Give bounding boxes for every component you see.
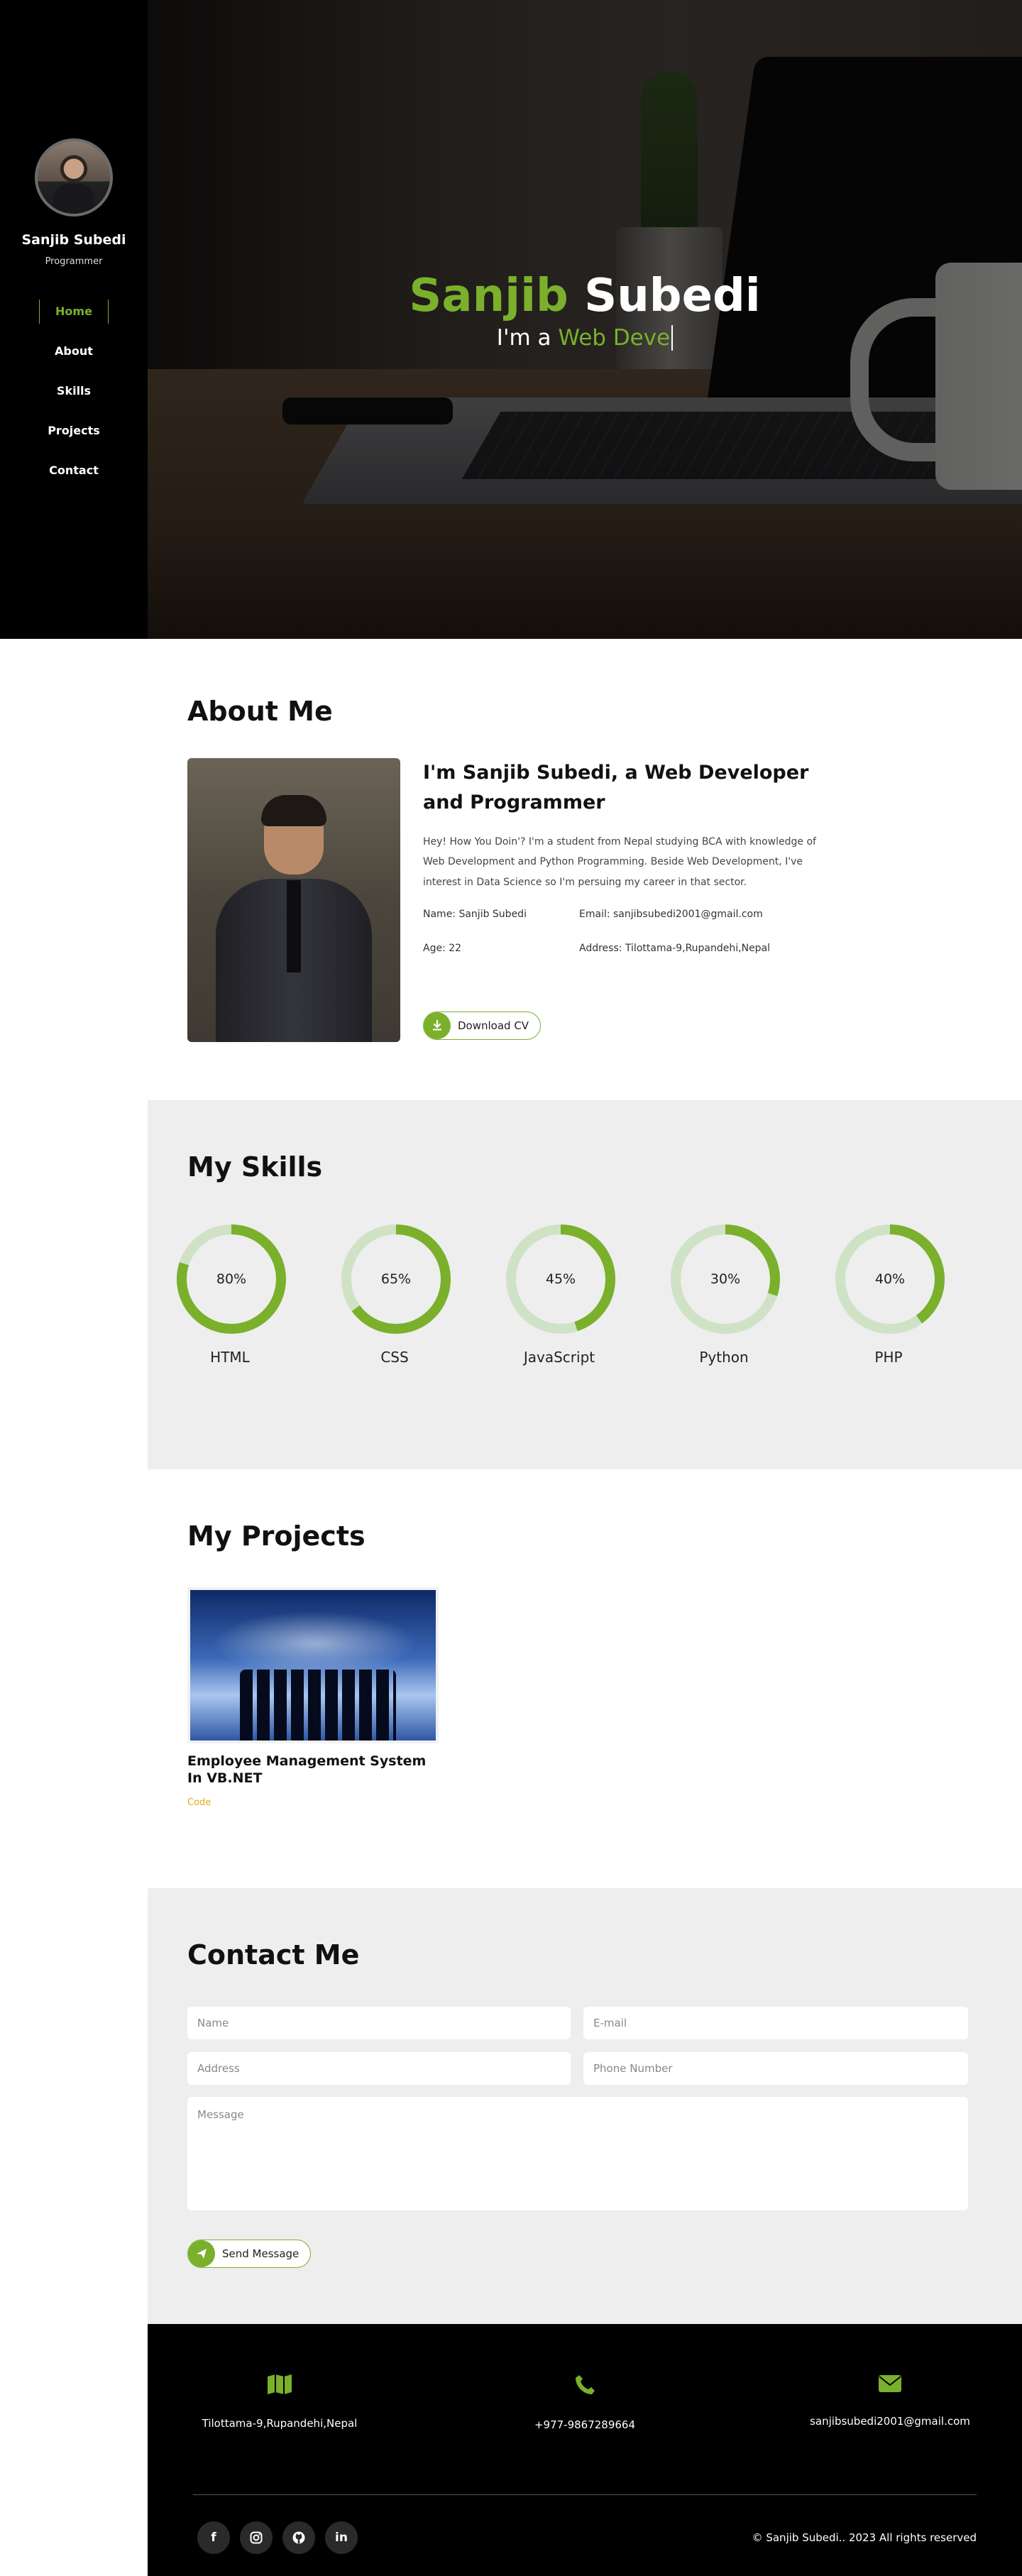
message-textarea[interactable]: Message [187,2097,968,2210]
nav-projects[interactable]: Projects [32,419,116,443]
projects-title: My Projects [187,1520,366,1552]
sidebar-name: Sanjib Subedi [21,232,126,248]
project-image [187,1587,439,1743]
map-icon [173,2374,386,2399]
skill-name: HTML [210,1349,250,1366]
linkedin-icon[interactable]: in [325,2521,358,2554]
skill-name: Python [699,1349,749,1366]
address-input[interactable]: Address [187,2052,571,2085]
footer-email-text: sanjibsubedi2001@gmail.com [810,2415,970,2428]
hero-last-name: Subedi [584,270,761,322]
footer-address: Tilottama-9,Rupandehi,Nepal [173,2374,386,2430]
avatar [35,138,113,217]
skill-name: CSS [380,1349,409,1366]
sidebar: Sanjib Subedi Programmer Home About Skil… [0,0,148,639]
phone-icon [478,2374,691,2400]
about-section: About Me I'm Sanjib Subedi, a Web Develo… [148,639,1022,1100]
footer-divider [193,2494,977,2495]
skill-python: 30% Python [667,1221,781,1366]
nav-home[interactable]: Home [39,300,109,324]
skill-percent: 40% [875,1271,905,1287]
download-cv-button[interactable]: Download CV [423,1012,542,1040]
facebook-icon[interactable]: f [197,2521,230,2554]
nav-contact[interactable]: Contact [33,459,114,483]
projects-section: My Projects Employee Management System I… [148,1469,1022,1888]
skills-section: My Skills 80% HTML 65% CSS 45% JavaScrip… [148,1100,1022,1469]
about-heading: I'm Sanjib Subedi, a Web Developer and P… [423,762,809,813]
about-title: About Me [187,696,333,727]
footer: Tilottama-9,Rupandehi,Nepal +977-9867289… [148,2324,1022,2576]
copyright: © Sanjib Subedi.. 2023 All rights reserv… [752,2531,977,2544]
download-cv-label: Download CV [458,1019,529,1032]
skill-percent: 45% [546,1271,576,1287]
about-description: Hey! How You Doin'? I'm a student from N… [423,835,816,889]
skill-html: 80% HTML [173,1221,287,1366]
skill-php: 40% PHP [832,1221,945,1366]
footer-phone-text: +977-9867289664 [534,2418,636,2431]
instagram-icon[interactable] [240,2521,273,2554]
sidebar-role: Programmer [45,256,103,267]
about-photo [187,758,400,1042]
project-title: Employee Management System In VB.NET [187,1753,427,1786]
sidebar-nav: Home About Skills Projects Contact [32,300,116,498]
skill-css: 65% CSS [338,1221,451,1366]
skill-name: PHP [874,1349,903,1366]
skill-percent: 80% [216,1271,246,1287]
send-message-button[interactable]: Send Message [187,2240,312,2268]
about-age: Age: 22 [423,942,462,954]
send-message-label: Send Message [222,2247,300,2260]
contact-title: Contact Me [187,1939,360,1971]
project-code-link[interactable]: Code [187,1797,439,1808]
footer-phone: +977-9867289664 [478,2374,691,2431]
email-input[interactable]: E-mail [583,2007,968,2039]
contact-section: Contact Me Name E-mail Address Phone Num… [148,1888,1022,2324]
nav-about[interactable]: About [39,339,109,363]
hero: Sanjib Subedi I'm a Web Deve [148,0,1022,639]
footer-email: sanjibsubedi2001@gmail.com [784,2374,996,2428]
phone-input[interactable]: Phone Number [583,2052,968,2085]
name-input[interactable]: Name [187,2007,571,2039]
hero-prefix: I'm a [496,325,551,351]
envelope-icon [784,2374,996,2396]
skill-name: JavaScript [523,1349,595,1366]
social-links: f in [197,2521,358,2554]
send-icon [188,2240,215,2267]
nav-skills[interactable]: Skills [41,379,106,403]
about-email: Email: sanjibsubedi2001@gmail.com [579,908,763,920]
download-icon [424,1012,451,1039]
about-info: Name: Sanjib Subedi Email: sanjibsubedi2… [423,909,820,954]
hero-first-name: Sanjib [409,270,568,322]
skills-title: My Skills [187,1151,323,1183]
about-address: Address: Tilottama-9,Rupandehi,Nepal [579,942,771,954]
hero-title: Sanjib Subedi [148,271,1022,321]
project-card: Employee Management System In VB.NET Cod… [187,1587,439,1808]
about-name: Name: Sanjib Subedi [423,908,527,920]
skill-percent: 30% [710,1271,740,1287]
hero-subtitle: I'm a Web Deve [148,325,1022,351]
footer-address-text: Tilottama-9,Rupandehi,Nepal [202,2417,358,2430]
github-icon[interactable] [282,2521,315,2554]
hero-typed-text: Web Deve [558,325,674,351]
skill-percent: 65% [381,1271,411,1287]
skill-javascript: 45% JavaScript [502,1221,616,1366]
